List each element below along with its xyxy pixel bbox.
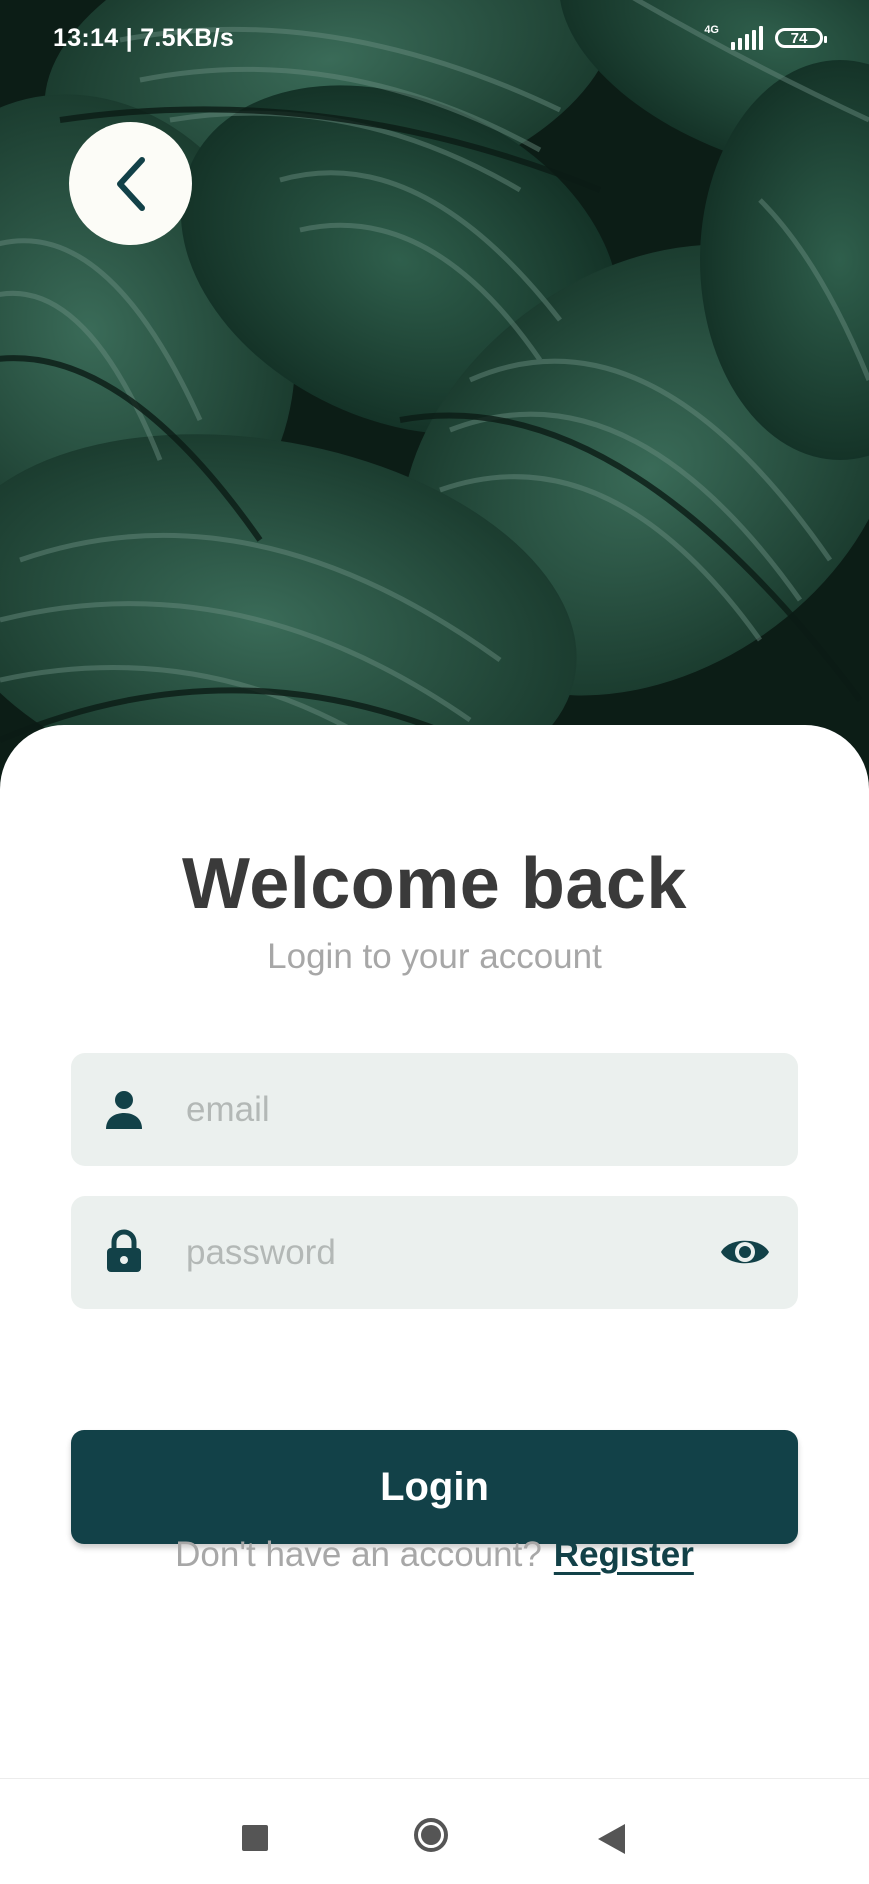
circle-icon[interactable]	[414, 1818, 448, 1852]
page-subtitle: Login to your account	[267, 937, 602, 976]
leaf-background-image	[0, 0, 869, 790]
password-input[interactable]	[186, 1196, 706, 1309]
email-field[interactable]	[71, 1053, 798, 1166]
eye-icon[interactable]	[719, 1229, 771, 1275]
password-field[interactable]	[71, 1196, 798, 1309]
email-input[interactable]	[186, 1053, 706, 1166]
triangle-back-icon[interactable]	[598, 1824, 625, 1854]
network-type: 4G	[704, 23, 719, 36]
system-nav-bar	[0, 1778, 869, 1884]
login-button[interactable]: Login	[71, 1430, 798, 1544]
battery-icon: 74	[775, 28, 827, 48]
battery-level: 74	[790, 29, 808, 47]
square-icon[interactable]	[242, 1825, 268, 1851]
register-link[interactable]: Register	[554, 1535, 694, 1574]
login-card: Welcome back Login to your account Login…	[0, 725, 869, 1778]
signal-icon	[731, 26, 763, 50]
person-icon	[106, 1091, 142, 1129]
status-time: 13:14 | 7.5KB/s	[53, 24, 235, 52]
status-icons: 4G 74	[704, 23, 827, 50]
status-bar: 13:14 | 7.5KB/s 4G 74	[0, 0, 869, 78]
hero-leaf-image	[0, 0, 869, 790]
register-prompt-row: Don't have an account? Register	[0, 1535, 869, 1575]
page-title: Welcome back	[182, 844, 687, 924]
back-button[interactable]	[69, 122, 192, 245]
register-prompt: Don't have an account?	[175, 1535, 542, 1574]
chevron-left-icon	[116, 156, 145, 211]
lock-icon	[107, 1229, 141, 1272]
